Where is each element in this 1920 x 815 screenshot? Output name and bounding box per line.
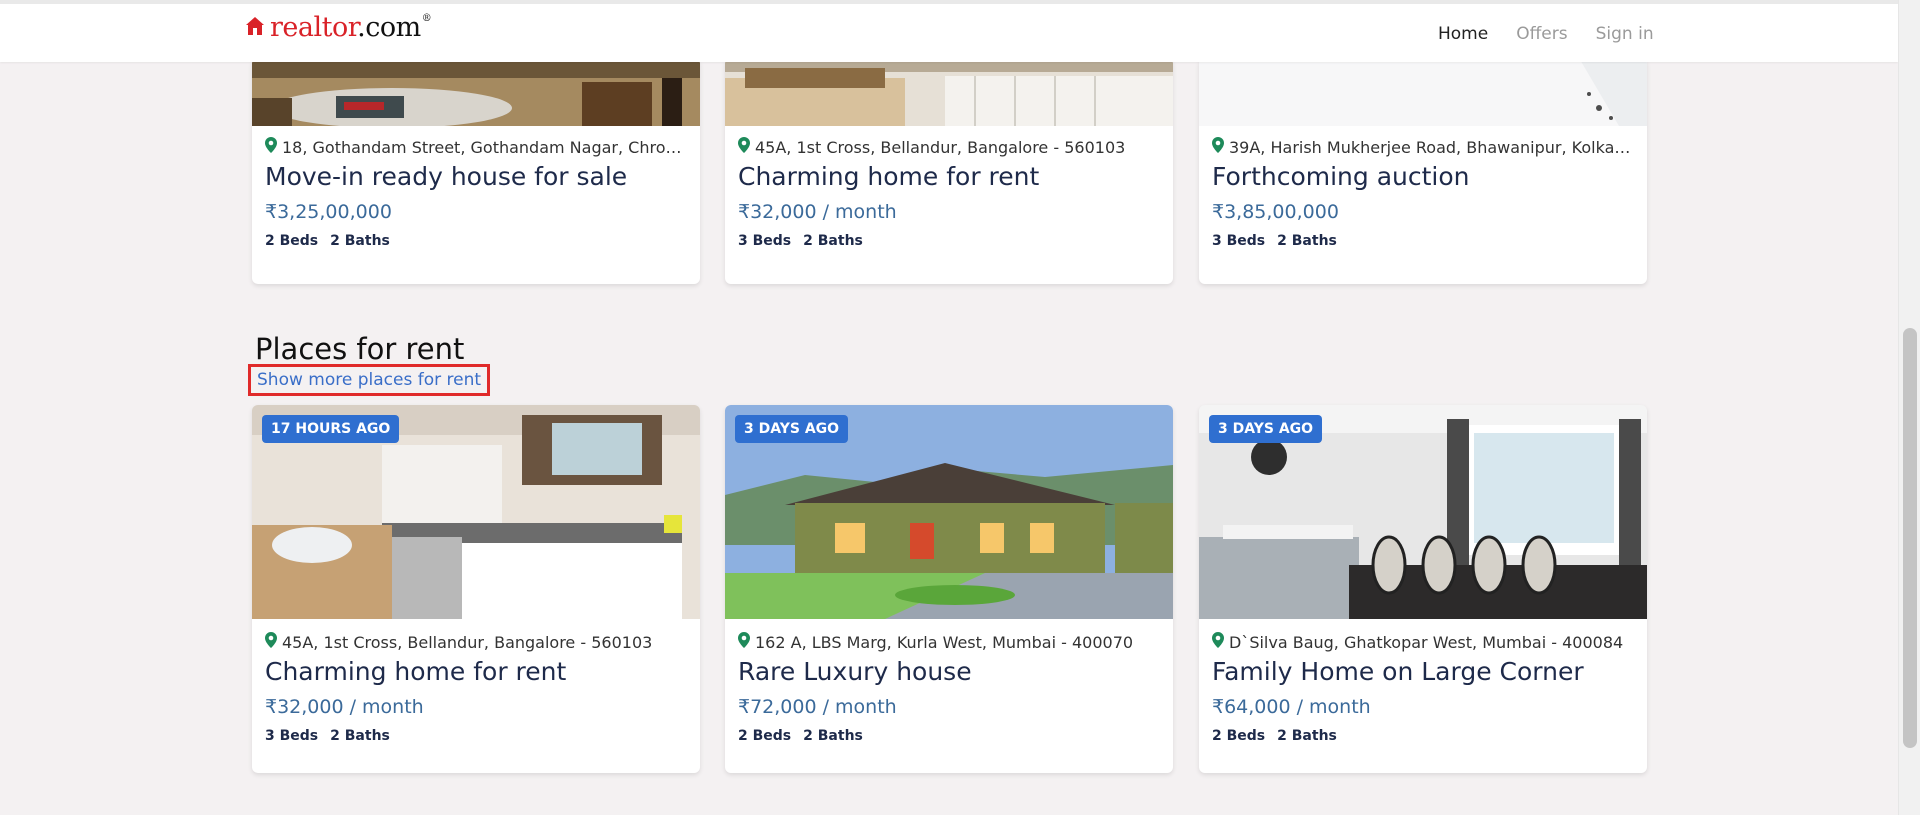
listing-address: 45A, 1st Cross, Bellandur, Bangalore - 5… (265, 631, 687, 653)
listing-card[interactable]: 45A, 1st Cross, Bellandur, Bangalore - 5… (725, 58, 1173, 284)
listing-address: 18, Gothandam Street, Gothandam Nagar, C… (265, 136, 687, 158)
vertical-scrollbar[interactable] (1898, 0, 1920, 815)
baths-count: 2 Baths (330, 728, 390, 744)
listing-meta: 3 Beds 2 Baths (738, 233, 1160, 249)
map-pin-icon (1212, 632, 1224, 652)
listing-title[interactable]: Move-in ready house for sale (265, 162, 687, 191)
listing-price: ₹3,25,00,000 (265, 201, 392, 223)
map-pin-icon (265, 137, 277, 157)
map-pin-icon (738, 137, 750, 157)
listing-photo (1199, 58, 1647, 126)
listing-title[interactable]: Rare Luxury house (738, 657, 1160, 686)
listing-price: ₹32,000 / month (265, 696, 424, 718)
listing-address: 45A, 1st Cross, Bellandur, Bangalore - 5… (738, 136, 1160, 158)
main-nav: Home Offers Sign in (1438, 24, 1654, 44)
beds-count: 2 Beds (738, 728, 792, 744)
listing-card[interactable]: 39A, Harish Mukherjee Road, Bhawanipur, … (1199, 58, 1647, 284)
listing-title[interactable]: Family Home on Large Corner (1212, 657, 1634, 686)
listing-meta: 2 Beds 2 Baths (1212, 728, 1634, 744)
show-more-places-for-rent-link[interactable]: Show more places for rent (248, 364, 491, 396)
beds-count: 3 Beds (265, 728, 319, 744)
listing-address: D`Silva Baug, Ghatkopar West, Mumbai - 4… (1212, 631, 1634, 653)
listing-price: ₹72,000 / month (738, 696, 897, 718)
baths-count: 2 Baths (1277, 233, 1337, 249)
listing-photo (252, 58, 700, 126)
brand-logo[interactable]: realtor.com® (244, 12, 432, 43)
baths-count: 2 Baths (330, 233, 390, 249)
section-title: Places for rent (255, 332, 465, 366)
nav-sign-in-link[interactable]: Sign in (1596, 24, 1654, 44)
nav-offers-link[interactable]: Offers (1516, 24, 1567, 44)
baths-count: 2 Baths (1277, 728, 1337, 744)
listing-title[interactable]: Charming home for rent (738, 162, 1160, 191)
nav-home-link[interactable]: Home (1438, 24, 1488, 44)
page: realtor.com® Home Offers Sign in 18, Got… (0, 0, 1898, 815)
listing-title[interactable]: Forthcoming auction (1212, 162, 1634, 191)
brand-wordmark: realtor.com® (270, 12, 432, 43)
beds-count: 3 Beds (738, 233, 792, 249)
listing-age-badge: 17 HOURS AGO (262, 415, 400, 443)
listing-age-badge: 3 DAYS AGO (1209, 415, 1323, 443)
beds-count: 2 Beds (1212, 728, 1266, 744)
baths-count: 2 Baths (803, 728, 863, 744)
listing-address: 39A, Harish Mukherjee Road, Bhawanipur, … (1212, 136, 1634, 158)
listing-price: ₹3,85,00,000 (1212, 201, 1339, 223)
house-logo-icon (244, 15, 266, 41)
beds-count: 2 Beds (265, 233, 319, 249)
listing-meta: 3 Beds 2 Baths (1212, 233, 1634, 249)
listing-card[interactable]: 3 DAYS AGO D`Silva Baug, Ghatkopar West,… (1199, 405, 1647, 773)
map-pin-icon (265, 632, 277, 652)
map-pin-icon (1212, 137, 1224, 157)
listing-meta: 3 Beds 2 Baths (265, 728, 687, 744)
listing-address: 162 A, LBS Marg, Kurla West, Mumbai - 40… (738, 631, 1160, 653)
top-navbar: realtor.com® Home Offers Sign in (0, 0, 1898, 62)
listing-price: ₹32,000 / month (738, 201, 897, 223)
listing-photo (725, 58, 1173, 126)
listing-card[interactable]: 18, Gothandam Street, Gothandam Nagar, C… (252, 58, 700, 284)
listing-price: ₹64,000 / month (1212, 696, 1371, 718)
listing-card[interactable]: 3 DAYS AGO 162 A, LBS Marg, Kurla West, … (725, 405, 1173, 773)
listing-title[interactable]: Charming home for rent (265, 657, 687, 686)
listing-meta: 2 Beds 2 Baths (265, 233, 687, 249)
beds-count: 3 Beds (1212, 233, 1266, 249)
map-pin-icon (738, 632, 750, 652)
scrollbar-thumb[interactable] (1903, 328, 1917, 748)
baths-count: 2 Baths (803, 233, 863, 249)
listing-age-badge: 3 DAYS AGO (735, 415, 849, 443)
listing-meta: 2 Beds 2 Baths (738, 728, 1160, 744)
listing-card[interactable]: 17 HOURS AGO 45A, 1st Cross, Bellandur, … (252, 405, 700, 773)
